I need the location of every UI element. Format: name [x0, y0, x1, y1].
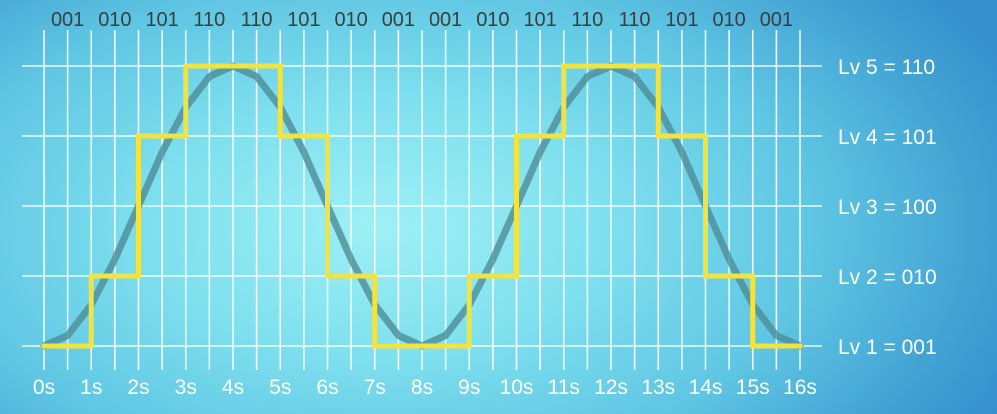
- sample-code-label: 110: [619, 9, 651, 31]
- x-tick-label: 14s: [689, 376, 723, 399]
- sample-code-label: 001: [51, 9, 84, 31]
- sample-code-label: 101: [287, 9, 320, 31]
- x-tick-label: 12s: [594, 376, 628, 399]
- sample-code-label: 010: [334, 9, 367, 31]
- x-tick-label: 15s: [736, 376, 770, 399]
- chart-canvas: 001 010 101 110 110 101 010 001 001 010 101 110 110 1…: [0, 0, 997, 414]
- sample-code-label: 101: [665, 9, 698, 31]
- sample-code-label: 001: [429, 9, 462, 31]
- sample-code-label: 010: [712, 9, 745, 31]
- sample-code-label: 001: [382, 9, 415, 31]
- x-tick-label: 11s: [548, 376, 580, 399]
- sample-code-label: 101: [523, 9, 556, 31]
- quantization-chart: 001 010 101 110 110 101 010 001 001 010 101 110 110 1…: [22, 9, 937, 399]
- sample-code-label: 110: [571, 9, 603, 31]
- sample-code-label: 110: [193, 9, 225, 31]
- x-tick-label: 1s: [80, 376, 102, 399]
- sample-code-label: 110: [241, 9, 273, 31]
- level-label: Lv 3 = 100: [838, 196, 937, 219]
- x-tick-label: 6s: [316, 376, 338, 399]
- sample-code-label: 101: [145, 9, 178, 31]
- x-tick-label: 10s: [500, 376, 534, 399]
- x-tick-label: 7s: [364, 376, 386, 399]
- level-label: Lv 5 = 110: [838, 56, 935, 79]
- x-tick-label: 16s: [783, 376, 817, 399]
- x-tick-label: 4s: [222, 376, 244, 399]
- sample-code-label: 010: [476, 9, 509, 31]
- x-tick-label: 2s: [127, 376, 149, 399]
- level-label: Lv 1 = 001: [838, 336, 937, 359]
- sample-code-label: 010: [98, 9, 131, 31]
- x-tick-label: 13s: [641, 376, 675, 399]
- x-tick-label: 9s: [458, 376, 480, 399]
- sample-code-label: 001: [760, 9, 793, 31]
- x-tick-label: 8s: [411, 376, 433, 399]
- level-label: Lv 4 = 101: [838, 126, 937, 149]
- x-tick-label: 5s: [269, 376, 291, 399]
- x-axis-ticks: 0s 1s 2s 3s 4s 5s 6s 7s 8s 9s 10s 11s 12s 13s 14s 15s 16…: [33, 376, 817, 399]
- x-tick-label: 0s: [33, 376, 55, 399]
- x-tick-label: 3s: [175, 376, 197, 399]
- level-labels: Lv 5 = 110 Lv 4 = 101 Lv 3 = 100 Lv 2 = 010…: [838, 56, 937, 359]
- level-label: Lv 2 = 010: [838, 266, 937, 289]
- binary-code-row: 001 010 101 110 110 101 010 001 001 010 101 110 110 1…: [51, 9, 793, 31]
